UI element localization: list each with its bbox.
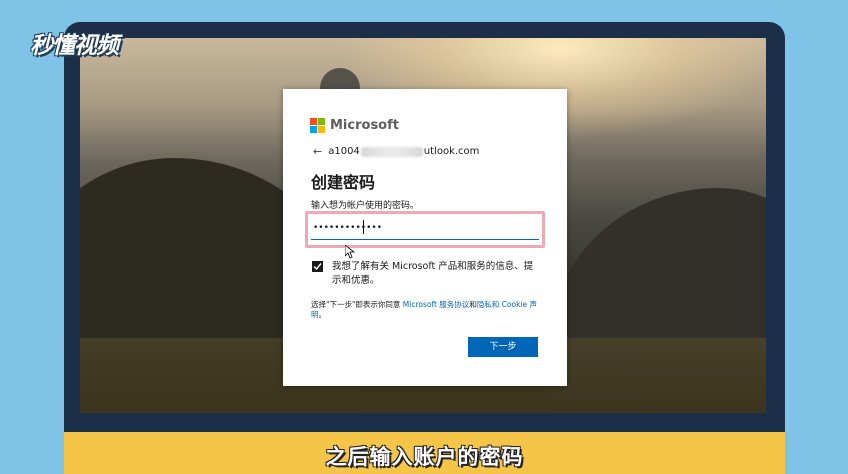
legal-notice: 选择"下一步"即表示你同意 Microsoft 服务协议和隐私和 Cookie … — [311, 300, 543, 320]
checkmark-icon — [313, 263, 322, 271]
account-email-suffix: utlook.com — [423, 146, 480, 157]
blurred-email-segment — [360, 146, 423, 157]
caption-bar: 之后输入账户的密码 — [64, 432, 785, 474]
mouse-pointer-icon — [345, 245, 355, 259]
create-password-dialog: Microsoft ← a1004 utlook.com 创建密码 输入想为帐户… — [283, 89, 567, 386]
next-button[interactable]: 下一步 — [468, 337, 538, 357]
microsoft-logo-icon — [310, 118, 325, 133]
account-email-prefix: a1004 — [328, 146, 360, 157]
microsoft-brand-text: Microsoft — [330, 118, 399, 133]
opt-in-label: 我想了解有关 Microsoft 产品和服务的信息、提示和优惠。 — [332, 261, 534, 286]
marketing-opt-in[interactable]: 我想了解有关 Microsoft 产品和服务的信息、提示和优惠。 — [312, 260, 542, 288]
video-caption: 之后输入账户的密码 — [325, 445, 524, 469]
page-title: 创建密码 — [311, 173, 376, 192]
back-arrow-icon[interactable]: ← — [313, 145, 322, 158]
password-input[interactable] — [311, 217, 539, 240]
account-back-row[interactable]: ← a1004 utlook.com — [313, 145, 479, 158]
legal-text-before: 选择"下一步"即表示你同意 — [311, 300, 403, 309]
legal-text-and: 和 — [469, 300, 477, 309]
text-caret — [363, 220, 364, 234]
legal-text-end: 。 — [318, 310, 327, 319]
opt-in-checkbox[interactable] — [312, 261, 323, 272]
password-instruction: 输入想为帐户使用的密码。 — [311, 201, 420, 211]
microsoft-logo: Microsoft — [310, 118, 399, 133]
watermark-logo: 秒懂视频 — [30, 33, 119, 59]
services-agreement-link[interactable]: Microsoft 服务协议 — [403, 300, 470, 309]
